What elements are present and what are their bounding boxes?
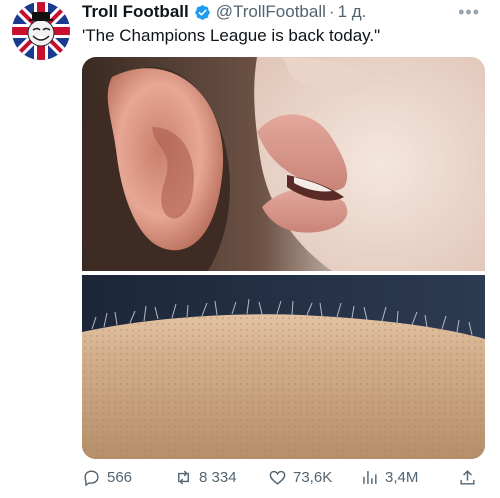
retweet-icon [178, 470, 189, 485]
tweet-media[interactable] [82, 57, 485, 459]
reply-button[interactable]: 566 [82, 468, 132, 487]
avatar-image [12, 2, 70, 60]
reply-count: 566 [107, 469, 133, 486]
tweet-time[interactable]: 1 д. [338, 2, 367, 22]
reply-icon [84, 470, 99, 487]
tweet-actions: 566 8 334 73,6K 3,4M [82, 468, 488, 494]
heart-icon [269, 470, 286, 485]
avatar[interactable] [12, 2, 70, 60]
views-button[interactable]: 3,4M [360, 468, 418, 487]
more-options-icon[interactable]: ••• [458, 2, 480, 23]
verified-badge-icon [194, 4, 211, 21]
separator-dot: · [328, 2, 335, 21]
share-button[interactable] [458, 468, 483, 487]
tweet-text: 'The Champions League is back today." [82, 26, 381, 45]
views-icon [363, 471, 377, 484]
author-name[interactable]: Troll Football [82, 2, 189, 22]
retweet-count: 8 334 [199, 469, 237, 486]
tweet-header: Troll Football @TrollFootball · 1 д. [82, 0, 366, 24]
retweet-button[interactable]: 8 334 [174, 468, 237, 487]
like-count: 73,6K [293, 469, 333, 486]
views-count: 3,4M [385, 469, 419, 486]
media-image [82, 57, 485, 459]
share-icon [460, 470, 475, 485]
like-button[interactable]: 73,6K [268, 468, 332, 487]
author-handle[interactable]: @TrollFootball [216, 2, 326, 22]
